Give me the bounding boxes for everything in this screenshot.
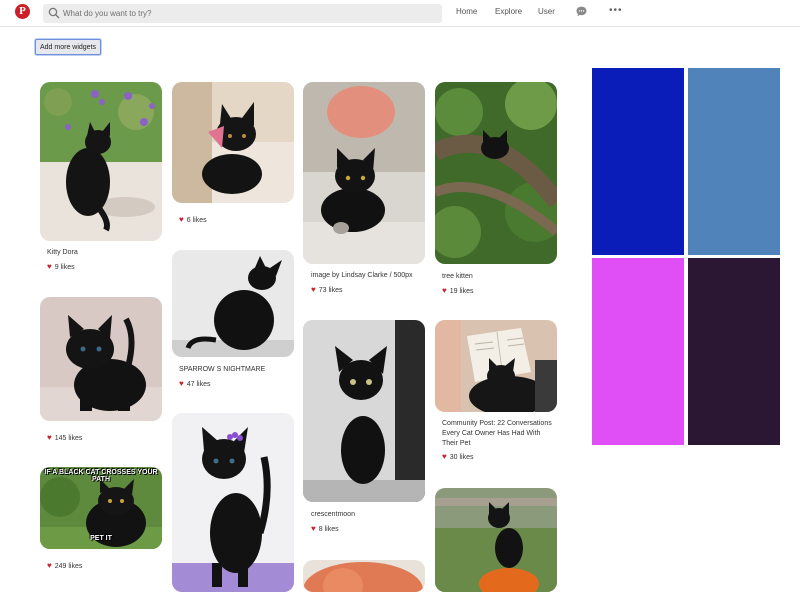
- pin-title: SPARROW S NIGHTMARE: [179, 366, 266, 373]
- pin-image-lindsay-clarke[interactable]: [303, 82, 425, 264]
- heart-icon[interactable]: ♥: [442, 453, 447, 461]
- pin-image-orange[interactable]: [303, 560, 425, 592]
- pin-likes: ♥ 30 likes: [442, 452, 474, 461]
- pin-likes: ♥ 19 likes: [442, 286, 474, 295]
- heart-icon[interactable]: ♥: [179, 380, 184, 388]
- pin-likes: ♥ 145 likes: [47, 433, 83, 442]
- pin-image-kitten-pumpkin[interactable]: [435, 488, 557, 592]
- nav-explore-link[interactable]: Explore: [495, 7, 522, 16]
- pin-title: crescentmoon: [311, 511, 355, 518]
- search-icon: [48, 7, 60, 19]
- pin-image-kitten-flower[interactable]: [172, 413, 294, 592]
- pin-image-sparrow-nightmare[interactable]: [172, 250, 294, 357]
- pin-image-kitty-dora[interactable]: [40, 82, 162, 241]
- color-swatch-steel-blue[interactable]: [688, 68, 780, 255]
- heart-icon[interactable]: ♥: [47, 434, 52, 442]
- nav-user-link[interactable]: User: [538, 7, 555, 16]
- pin-image-black-kitten[interactable]: [40, 297, 162, 421]
- heart-icon[interactable]: ♥: [311, 525, 316, 533]
- top-bar: P Home Explore User •••: [0, 0, 800, 27]
- pin-title: tree kitten: [442, 273, 473, 280]
- meme-top-text: IF A BLACK CAT CROSSES YOUR PATH: [44, 469, 158, 483]
- search-bar[interactable]: [43, 4, 442, 23]
- search-input[interactable]: [63, 4, 433, 23]
- color-swatch-royal-blue[interactable]: [592, 68, 684, 255]
- pin-likes: ♥ 9 likes: [47, 262, 75, 271]
- pinterest-logo-icon[interactable]: P: [15, 4, 30, 19]
- pin-likes: ♥ 73 likes: [311, 285, 343, 294]
- color-swatch-dark-purple[interactable]: [688, 258, 780, 445]
- pin-title: Kitty Dora: [47, 249, 78, 256]
- heart-icon[interactable]: ♥: [442, 287, 447, 295]
- add-more-widgets-button[interactable]: Add more widgets: [35, 39, 101, 55]
- pin-image-kitten-pink-bow[interactable]: [172, 82, 294, 203]
- pin-likes: ♥ 47 likes: [179, 379, 211, 388]
- meme-bottom-text: PET IT: [90, 535, 112, 542]
- pin-image-black-cat-meme[interactable]: IF A BLACK CAT CROSSES YOUR PATH PET IT: [40, 467, 162, 549]
- nav-home-link[interactable]: Home: [456, 7, 477, 16]
- color-swatch-magenta[interactable]: [592, 258, 684, 445]
- more-options-icon[interactable]: •••: [609, 5, 623, 16]
- pin-title: image by Lindsay Clarke / 500px: [311, 272, 413, 279]
- messages-icon[interactable]: [576, 6, 587, 17]
- heart-icon[interactable]: ♥: [47, 263, 52, 271]
- pin-likes: ♥ 249 likes: [47, 561, 83, 570]
- pin-image-tree-kitten[interactable]: [435, 82, 557, 264]
- pin-likes: ♥ 8 likes: [311, 524, 339, 533]
- heart-icon[interactable]: ♥: [47, 562, 52, 570]
- heart-icon[interactable]: ♥: [179, 216, 184, 224]
- pin-image-community-post[interactable]: [435, 320, 557, 412]
- pin-image-crescentmoon[interactable]: [303, 320, 425, 502]
- heart-icon[interactable]: ♥: [311, 286, 316, 294]
- pin-title: Community Post: 22 Conversations Every C…: [442, 420, 552, 447]
- pin-likes: ♥ 6 likes: [179, 215, 207, 224]
